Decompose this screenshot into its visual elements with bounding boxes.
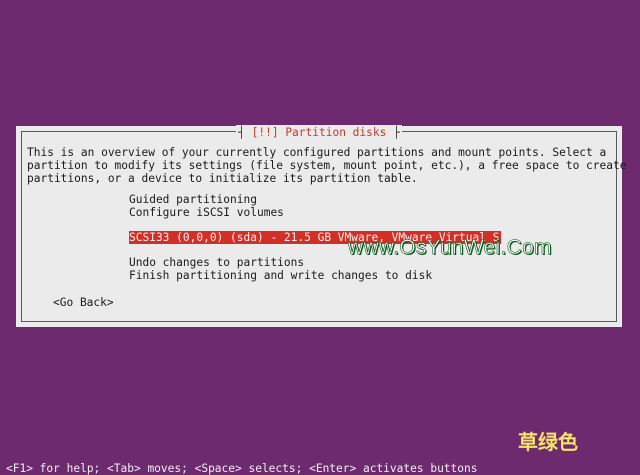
watermark-cn-text: 草绿色 [518, 430, 578, 454]
dialog-title: [!!] Partition disks [236, 125, 402, 141]
menu-item-undo-changes[interactable]: Undo changes to partitions [129, 256, 501, 269]
menu-spacer [129, 219, 501, 231]
menu-item-label: SCSI33 (0,0,0) (sda) - 21.5 GB VMware, V… [129, 231, 502, 244]
installer-screen: [!!] Partition disks This is an overview… [0, 0, 640, 475]
partition-menu: Guided partitioning Configure iSCSI volu… [129, 193, 502, 282]
dialog-description: This is an overview of your currently co… [27, 146, 627, 185]
dialog-title-bar: [!!] Partition disks [22, 123, 616, 141]
menu-item-label: Configure iSCSI volumes [129, 206, 284, 219]
menu-item-disk-sda[interactable]: SCSI33 (0,0,0) (sda) - 21.5 GB VMware, V… [129, 231, 502, 244]
help-bar: <F1> for help; <Tab> moves; <Space> sele… [6, 462, 478, 475]
go-back-button[interactable]: <Go Back> [53, 296, 114, 309]
menu-item-configure-iscsi[interactable]: Configure iSCSI volumes [129, 206, 501, 219]
partition-disks-dialog: [!!] Partition disks This is an overview… [16, 123, 627, 327]
menu-spacer [129, 244, 501, 256]
menu-item-label: Undo changes to partitions [129, 256, 305, 269]
menu-item-label: Guided partitioning [129, 193, 257, 206]
menu-item-label: Finish partitioning and write changes to… [129, 269, 433, 282]
menu-item-guided-partitioning[interactable]: Guided partitioning [129, 193, 501, 206]
menu-item-finish-partitioning[interactable]: Finish partitioning and write changes to… [129, 269, 501, 282]
